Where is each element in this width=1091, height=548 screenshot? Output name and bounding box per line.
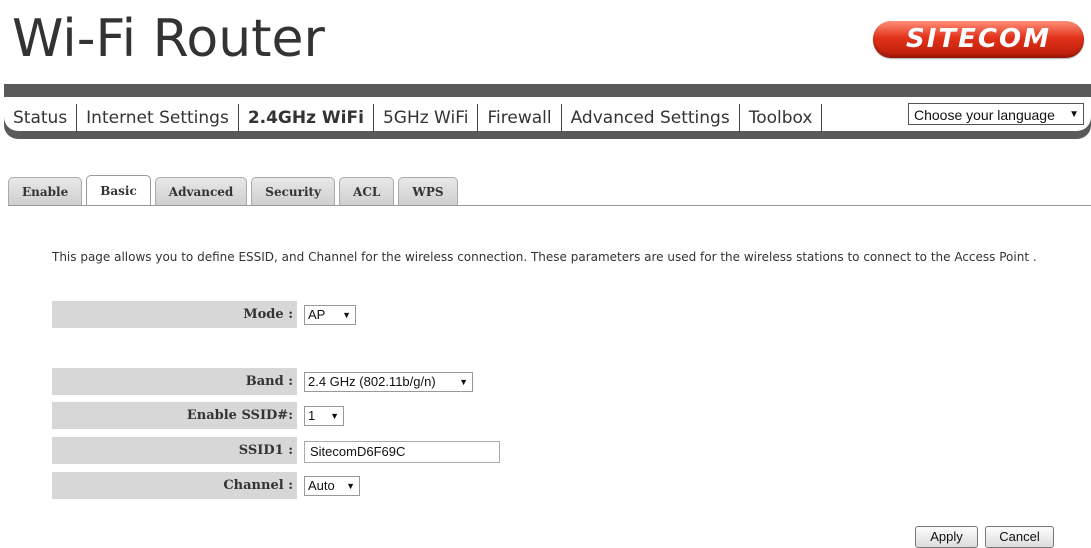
cancel-button[interactable]: Cancel xyxy=(985,526,1054,548)
mode-select[interactable]: AP ▼ xyxy=(304,305,356,325)
channel-label: Channel : xyxy=(52,472,297,499)
page-title: Wi-Fi Router xyxy=(12,9,325,69)
ssid1-input[interactable]: SitecomD6F69C xyxy=(304,441,500,463)
ssid1-label: SSID1 : xyxy=(52,437,297,464)
page-description: This page allows you to define ESSID, an… xyxy=(52,250,1037,264)
sitecom-logo: SITECOM xyxy=(873,21,1084,58)
mode-select-value: AP xyxy=(308,307,326,322)
tab-acl[interactable]: ACL xyxy=(339,177,395,205)
nav-internet-settings[interactable]: Internet Settings xyxy=(77,104,239,132)
nav-advanced-settings[interactable]: Advanced Settings xyxy=(562,104,740,132)
nav-5ghz-wifi[interactable]: 5GHz WiFi xyxy=(374,104,479,132)
language-select[interactable]: Choose your language ▼ xyxy=(908,103,1084,125)
channel-select[interactable]: Auto ▼ xyxy=(304,476,360,496)
nav-24ghz-wifi[interactable]: 2.4GHz WiFi xyxy=(239,104,374,132)
apply-button[interactable]: Apply xyxy=(915,526,978,548)
tab-divider xyxy=(8,205,1091,206)
band-select-value: 2.4 GHz (802.11b/g/n) xyxy=(308,374,436,389)
tab-advanced[interactable]: Advanced xyxy=(154,177,248,205)
language-select-value: Choose your language xyxy=(914,107,1055,123)
nav-toolbox[interactable]: Toolbox xyxy=(740,104,823,132)
enable-ssid-select[interactable]: 1 ▼ xyxy=(304,406,344,426)
tab-security[interactable]: Security xyxy=(251,177,336,205)
nav-firewall[interactable]: Firewall xyxy=(478,104,562,132)
mode-label: Mode : xyxy=(52,301,297,328)
enable-ssid-label: Enable SSID#: xyxy=(52,402,297,429)
chevron-down-icon: ▼ xyxy=(459,377,468,387)
nav-status[interactable]: Status xyxy=(4,104,78,132)
tab-basic[interactable]: Basic xyxy=(86,175,151,206)
chevron-down-icon: ▼ xyxy=(342,310,351,320)
main-nav: Status Internet Settings 2.4GHz WiFi 5GH… xyxy=(4,100,823,136)
band-select[interactable]: 2.4 GHz (802.11b/g/n) ▼ xyxy=(304,372,473,392)
tab-wps[interactable]: WPS xyxy=(398,177,458,205)
enable-ssid-select-value: 1 xyxy=(308,408,316,423)
band-label: Band : xyxy=(52,368,297,395)
chevron-down-icon: ▼ xyxy=(346,481,355,491)
chevron-down-icon: ▼ xyxy=(1069,109,1079,120)
tab-enable[interactable]: Enable xyxy=(8,177,83,205)
chevron-down-icon: ▼ xyxy=(330,411,339,421)
channel-select-value: Auto xyxy=(308,478,335,493)
tab-bar: Enable Basic Advanced Security ACL WPS xyxy=(8,175,462,206)
